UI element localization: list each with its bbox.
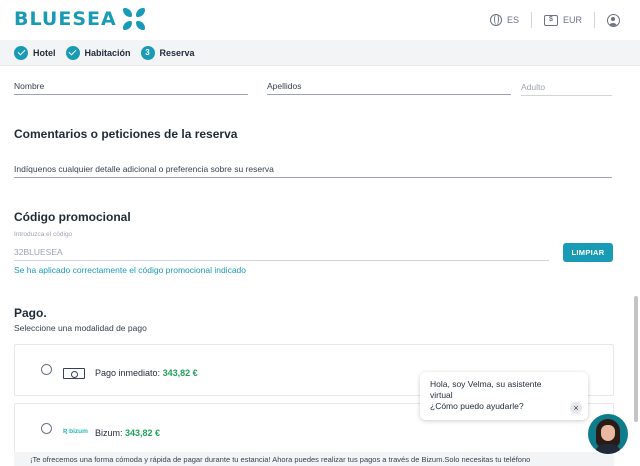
payment-title: Pago.	[14, 306, 47, 320]
clear-promo-button[interactable]: LIMPIAR	[563, 243, 613, 262]
chat-line: virtual	[430, 390, 453, 400]
payment-option-name: Pago inmediato:	[95, 368, 161, 378]
promo-field-label: Introduzca el código	[14, 231, 73, 238]
brand-name: BLUESEA	[14, 8, 117, 30]
language-selector[interactable]: ES	[489, 14, 519, 26]
comments-placeholder: Indíquenos cualquier detalle adicional o…	[14, 164, 274, 174]
guest-type-value: Adulto	[521, 82, 546, 92]
step-label: Hotel	[33, 47, 56, 58]
brand-logo[interactable]: BLUESEA	[14, 8, 145, 30]
user-icon	[607, 13, 620, 27]
payment-option-label: Bizum: 343,82 €	[95, 428, 160, 438]
step-number: 3	[140, 45, 155, 60]
radio-immediate[interactable]	[41, 364, 52, 375]
cash-icon	[63, 368, 85, 379]
step-label: Reserva	[159, 47, 195, 58]
promo-code-input[interactable]: 32BLUESEA	[14, 247, 549, 261]
payment-option-label: Pago inmediato: 343,82 €	[95, 368, 198, 378]
step-hotel[interactable]: Hotel	[14, 45, 56, 60]
language-label: ES	[506, 15, 519, 25]
header-tools: ES $ EUR	[489, 12, 620, 28]
chat-line: ¿Cómo puedo ayudarle?	[430, 401, 524, 411]
step-label: Habitación	[84, 47, 131, 58]
payment-option-price: 343,82 €	[162, 368, 198, 378]
divider	[594, 12, 595, 28]
divider	[530, 12, 532, 28]
currency-icon: $	[543, 14, 558, 26]
payment-option-name: Bizum:	[95, 428, 123, 438]
payment-option-price: 343,82 €	[125, 428, 161, 438]
chat-line: Hola, soy Velma, su asistente	[430, 379, 542, 389]
first-name-field[interactable]: Nombre	[14, 81, 248, 95]
last-name-placeholder: Apellidos	[267, 81, 302, 91]
scrollbar[interactable]	[634, 296, 638, 422]
globe-icon	[489, 14, 502, 26]
bizum-logo: Ʀ bizum	[63, 428, 88, 435]
check-icon	[65, 45, 80, 60]
assistant-avatar[interactable]	[588, 414, 628, 454]
bizum-logo-text: bizum	[69, 428, 88, 435]
step-room[interactable]: Habitación	[65, 45, 131, 60]
chat-bubble[interactable]: Hola, soy Velma, su asistente virtual ¿C…	[420, 372, 588, 420]
booking-steps: Hotel Habitación 3 Reserva	[0, 40, 640, 66]
top-bar: BLUESEA ES $ EUR	[0, 0, 640, 40]
account-button[interactable]	[607, 13, 620, 27]
currency-selector[interactable]: $ EUR	[543, 14, 582, 26]
bizum-note: ¡Te ofrecemos una forma cómoda y rápida …	[14, 452, 614, 466]
radio-bizum[interactable]	[41, 423, 52, 434]
currency-label: EUR	[562, 15, 582, 25]
promo-title: Código promocional	[14, 210, 131, 224]
payment-subtitle: Seleccione una modalidad de pago	[14, 323, 147, 333]
step-booking: 3 Reserva	[140, 45, 195, 60]
comments-field[interactable]: Indíquenos cualquier detalle adicional o…	[14, 164, 612, 178]
comments-title: Comentarios o peticiones de la reserva	[14, 127, 238, 141]
promo-code-value: 32BLUESEA	[14, 247, 63, 257]
brand-mark-icon	[122, 8, 145, 30]
check-icon	[14, 45, 28, 60]
last-name-field[interactable]: Apellidos	[267, 81, 511, 95]
promo-success-message: Se ha aplicado correctamente el código p…	[14, 265, 247, 275]
guest-type-field: Adulto	[521, 82, 612, 96]
first-name-placeholder: Nombre	[14, 81, 45, 91]
close-icon[interactable]: ×	[570, 402, 582, 414]
